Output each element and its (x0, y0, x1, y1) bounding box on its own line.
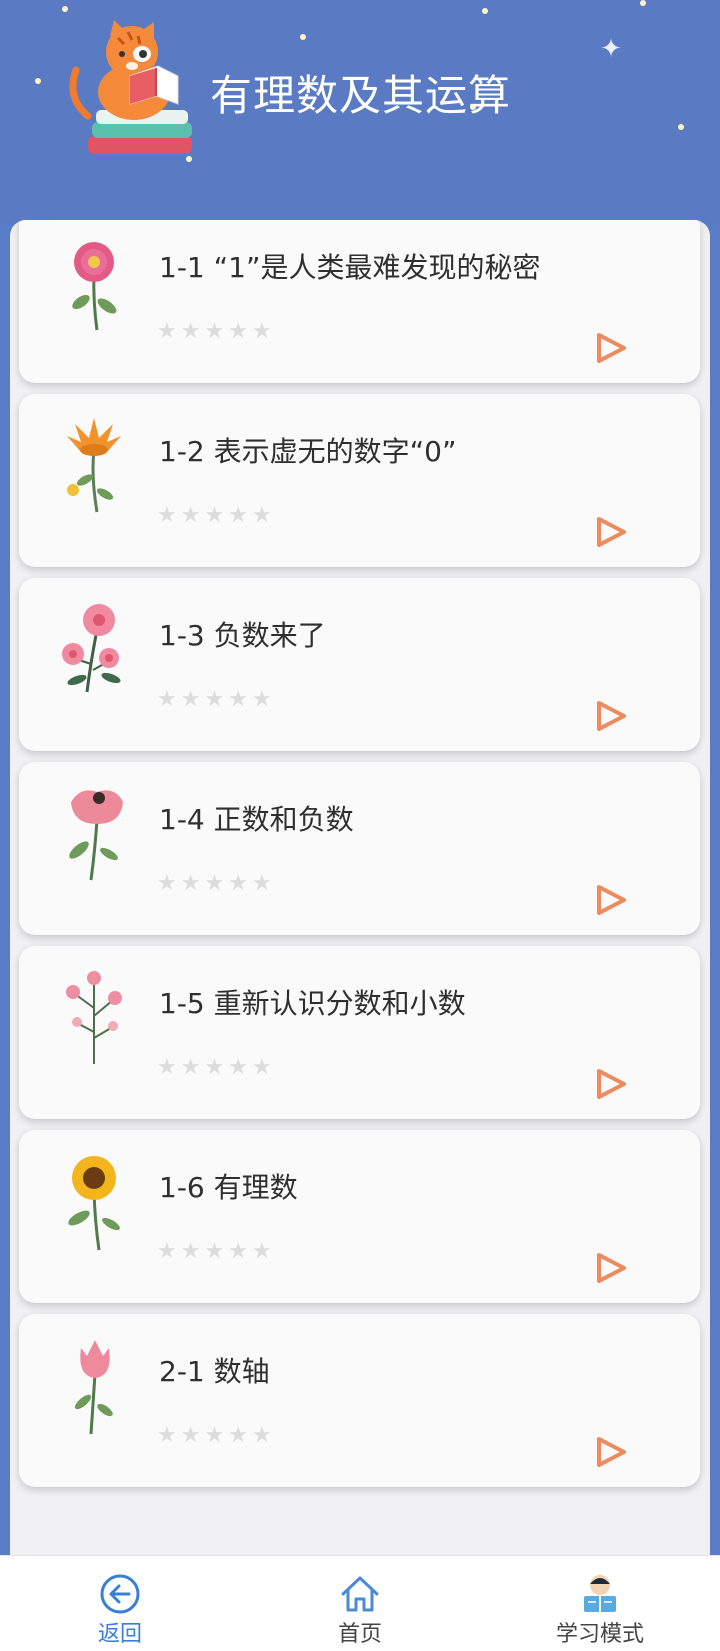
star-icon: ★ (180, 1239, 201, 1264)
back-arrow-icon (100, 1574, 140, 1614)
star-icon: ★ (228, 503, 248, 528)
star-icon: ★ (228, 871, 248, 896)
rating-stars: ★ ★ ★ ★ ★ (157, 1056, 272, 1080)
star-icon: ★ (157, 1239, 177, 1264)
page-title: 有理数及其运算 (210, 71, 512, 120)
star-icon: ★ (204, 1423, 225, 1448)
header: ✦ 有理数及其运算 (0, 0, 720, 225)
star-icon: ★ (251, 319, 272, 344)
cat-mascot-reading-icon (69, 20, 192, 154)
lesson-title: 1-5 重新认识分数和小数 (159, 987, 466, 1020)
rating-stars: ★ ★ ★ ★ ★ (157, 1240, 272, 1264)
star-icon: ★ (204, 687, 225, 712)
star-icon: ★ (204, 871, 225, 896)
play-icon[interactable] (593, 330, 629, 366)
star-icon: ★ (228, 687, 248, 712)
star-icon: ★ (157, 871, 177, 896)
sunflower-icon (68, 1156, 120, 1251)
lesson-list: 1-1 “1”是人类最难发现的秘密 ★ ★ ★ ★ ★ 1-2 表示虚无的数字“0” ★… (10, 220, 710, 1555)
star-icon: ★ (251, 871, 272, 896)
star-icon: ★ (251, 687, 272, 712)
rating-stars: ★ ★ ★ ★ ★ (157, 688, 272, 712)
lesson-card[interactable]: 1-5 重新认识分数和小数 ★ ★ ★ ★ ★ (19, 946, 700, 1119)
star-icon: ★ (157, 503, 177, 528)
star-icon: ★ (204, 503, 225, 528)
star-icon: ★ (228, 319, 248, 344)
bottom-tab-bar: 返回 首页 学习模式 (0, 1555, 720, 1651)
lesson-card[interactable]: 1-1 “1”是人类最难发现的秘密 ★ ★ ★ ★ ★ (19, 220, 700, 383)
tab-label: 学习模式 (555, 1622, 644, 1647)
play-icon[interactable] (593, 1066, 629, 1102)
lesson-title: 2-1 数轴 (159, 1355, 270, 1388)
lesson-card[interactable]: 2-1 数轴 ★ ★ ★ ★ ★ (19, 1314, 700, 1487)
study-mode-icon (584, 1575, 616, 1612)
star-icon: ★ (157, 1423, 177, 1448)
star-icon: ★ (180, 687, 201, 712)
rating-stars: ★ ★ ★ ★ ★ (157, 1424, 272, 1448)
lesson-title: 1-4 正数和负数 (159, 803, 354, 836)
rating-stars: ★ ★ ★ ★ ★ (157, 320, 272, 344)
star-icon: ★ (180, 1423, 201, 1448)
lesson-card[interactable]: 1-4 正数和负数 ★ ★ ★ ★ ★ (19, 762, 700, 935)
star-icon: ★ (228, 1239, 248, 1264)
lesson-title: 1-3 负数来了 (159, 619, 326, 652)
daisy-flowers-icon (62, 604, 121, 693)
star-icon: ★ (251, 503, 272, 528)
lesson-title: 1-1 “1”是人类最难发现的秘密 (159, 251, 541, 284)
play-icon[interactable] (593, 698, 629, 734)
play-icon[interactable] (593, 514, 629, 550)
lesson-title: 1-2 表示虚无的数字“0” (159, 435, 457, 468)
lesson-card[interactable]: 1-2 表示虚无的数字“0” ★ ★ ★ ★ ★ (19, 394, 700, 567)
star-icon: ★ (180, 503, 201, 528)
star-icon: ★ (251, 1055, 272, 1080)
tab-label: 返回 (97, 1622, 142, 1647)
sparkle-icon: ✦ (600, 34, 622, 64)
star-decoration (640, 0, 646, 6)
play-icon[interactable] (593, 882, 629, 918)
star-decoration (482, 8, 488, 14)
star-icon: ★ (228, 1055, 248, 1080)
tulip-flower-icon (74, 1340, 113, 1435)
star-icon: ★ (251, 1239, 272, 1264)
star-icon: ★ (204, 1239, 225, 1264)
star-decoration (35, 78, 41, 84)
star-icon: ★ (204, 1055, 225, 1080)
star-icon: ★ (180, 1055, 201, 1080)
orange-flower-icon (67, 418, 121, 513)
lesson-card[interactable]: 1-3 负数来了 ★ ★ ★ ★ ★ (19, 578, 700, 751)
poppy-flower-icon (69, 790, 123, 881)
tab-home[interactable]: 首页 (240, 1556, 480, 1651)
tab-back[interactable]: 返回 (0, 1556, 240, 1651)
star-decoration (62, 6, 68, 12)
tab-label: 首页 (337, 1622, 382, 1647)
lesson-card[interactable]: 1-6 有理数 ★ ★ ★ ★ ★ (19, 1130, 700, 1303)
play-icon[interactable] (593, 1250, 629, 1286)
star-icon: ★ (180, 871, 201, 896)
star-icon: ★ (157, 1055, 177, 1080)
star-decoration (300, 34, 306, 40)
star-icon: ★ (180, 319, 201, 344)
rating-stars: ★ ★ ★ ★ ★ (157, 504, 272, 528)
rating-stars: ★ ★ ★ ★ ★ (157, 872, 272, 896)
star-icon: ★ (251, 1423, 272, 1448)
star-icon: ★ (157, 319, 177, 344)
blossom-branch-icon (66, 971, 122, 1064)
star-icon: ★ (204, 319, 225, 344)
tab-study-mode[interactable]: 学习模式 (480, 1556, 720, 1651)
home-icon (341, 1576, 379, 1612)
star-decoration (678, 124, 684, 130)
pink-flower-icon (72, 242, 117, 331)
star-icon: ★ (157, 687, 177, 712)
lesson-title: 1-6 有理数 (159, 1171, 298, 1204)
star-icon: ★ (228, 1423, 248, 1448)
play-icon[interactable] (593, 1434, 629, 1470)
